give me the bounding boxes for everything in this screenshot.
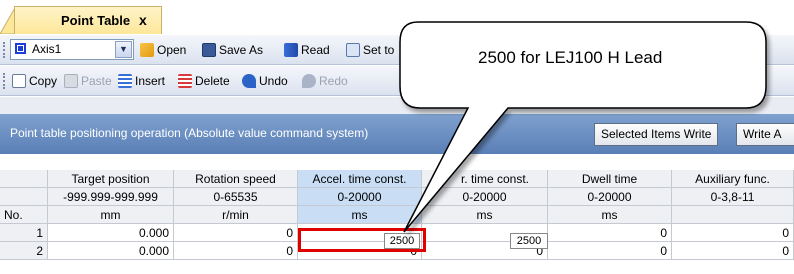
save-icon xyxy=(202,43,216,57)
table-cell[interactable]: 0.000 xyxy=(48,242,174,260)
copy-label: Copy xyxy=(29,74,58,88)
table-cell[interactable]: 0 xyxy=(174,242,298,260)
point-table-grid: Target position Rotation speed Accel. ti… xyxy=(0,154,794,274)
axis-icon xyxy=(15,43,26,54)
open-button[interactable]: Open xyxy=(140,39,186,61)
range-header: 0-65535 xyxy=(174,188,298,206)
tab-title: Point Table xyxy=(61,13,131,28)
row-number[interactable]: 2 xyxy=(0,242,48,260)
undo-label: Undo xyxy=(259,74,288,88)
chevron-down-icon[interactable]: ▼ xyxy=(115,41,132,58)
unit-header xyxy=(672,206,794,224)
selected-items-write-button[interactable]: Selected Items Write xyxy=(594,123,719,146)
unit-header: ms xyxy=(298,206,422,224)
table-cell[interactable]: 0.000 xyxy=(48,224,174,242)
read-label: Read xyxy=(301,43,330,57)
unit-header: ms xyxy=(548,206,672,224)
delete-label: Delete xyxy=(195,74,230,88)
insert-row-icon xyxy=(118,74,132,88)
delete-button[interactable]: Delete xyxy=(178,70,230,92)
paste-button[interactable]: Paste xyxy=(64,70,112,92)
paste-icon xyxy=(64,74,78,88)
spacer xyxy=(0,97,794,114)
range-header: 0-3,8-11 xyxy=(672,188,794,206)
header-row-ranges: -999.999-999.999 0-65535 0-20000 0-20000… xyxy=(0,188,794,206)
table-cell[interactable]: 0 xyxy=(548,224,672,242)
toolbar-grip[interactable] xyxy=(3,42,8,58)
save-as-label: Save As xyxy=(219,43,264,57)
range-header: 0-20000 xyxy=(422,188,548,206)
header-row-units: No. mm r/min ms ms ms xyxy=(0,206,794,224)
set-to-label: Set to xyxy=(363,43,395,57)
delete-row-icon xyxy=(178,74,192,88)
table-cell[interactable]: 0 xyxy=(174,224,298,242)
insert-label: Insert xyxy=(135,74,166,88)
redo-button[interactable]: Redo xyxy=(302,70,348,92)
redo-icon xyxy=(302,74,316,88)
undo-icon xyxy=(242,74,256,88)
copy-icon xyxy=(12,74,26,88)
corner-cell xyxy=(0,170,48,188)
open-label: Open xyxy=(157,43,187,57)
insert-button[interactable]: Insert xyxy=(118,70,165,92)
panel-title: Point table positioning operation (Absol… xyxy=(10,126,369,140)
close-icon[interactable]: x xyxy=(139,12,147,28)
write-all-button[interactable]: Write A xyxy=(736,123,794,146)
range-header: 0-20000 xyxy=(548,188,672,206)
main-toolbar: Axis1 ▼ Open Save As Read Set to xyxy=(0,35,794,65)
redo-label: Redo xyxy=(319,74,348,88)
set-to-button[interactable]: Set to xyxy=(346,39,394,61)
unit-header: ms xyxy=(422,206,548,224)
point-table-panel-header: Point table positioning operation (Absol… xyxy=(0,114,794,154)
corner-cell xyxy=(0,188,48,206)
copy-button[interactable]: Copy xyxy=(12,70,57,92)
column-header[interactable]: Rotation speed xyxy=(174,170,298,188)
column-header[interactable]: Auxiliary func. xyxy=(672,170,794,188)
column-header[interactable]: Accel. time const. xyxy=(298,170,422,188)
unit-header: mm xyxy=(48,206,174,224)
no-header: No. xyxy=(0,206,48,224)
unit-header: r/min xyxy=(174,206,298,224)
paste-label: Paste xyxy=(81,74,112,88)
axis-value: Axis1 xyxy=(32,42,62,56)
read-arrow-icon xyxy=(284,43,298,57)
table-cell[interactable]: 0 xyxy=(672,242,794,260)
set-to-icon xyxy=(346,43,360,57)
read-button[interactable]: Read xyxy=(284,39,330,61)
toolbar-grip[interactable] xyxy=(3,73,8,89)
undo-button[interactable]: Undo xyxy=(242,70,288,92)
tab-point-table[interactable]: Point Table x xyxy=(14,6,162,34)
folder-open-icon xyxy=(140,43,154,57)
table-cell[interactable]: 0 xyxy=(672,224,794,242)
header-row-names: Target position Rotation speed Accel. ti… xyxy=(0,170,794,188)
column-header[interactable]: Target position xyxy=(48,170,174,188)
decel-time-edit-box[interactable]: 2500 xyxy=(510,233,548,249)
column-header[interactable]: Dwell time xyxy=(548,170,672,188)
column-header[interactable]: r. time const. xyxy=(422,170,548,188)
axis-select[interactable]: Axis1 ▼ xyxy=(10,39,134,60)
save-as-button[interactable]: Save As xyxy=(202,39,263,61)
range-header: -999.999-999.999 xyxy=(48,188,174,206)
callout-text: 2500 for LEJ100 H Lead xyxy=(478,48,663,67)
highlight-box xyxy=(298,228,426,252)
row-number[interactable]: 1 xyxy=(0,224,48,242)
table-cell[interactable]: 0 xyxy=(548,242,672,260)
range-header: 0-20000 xyxy=(298,188,422,206)
tab-bar: Point Table x xyxy=(0,0,794,34)
edit-toolbar: Copy Paste Insert Delete Undo Redo xyxy=(0,66,794,96)
